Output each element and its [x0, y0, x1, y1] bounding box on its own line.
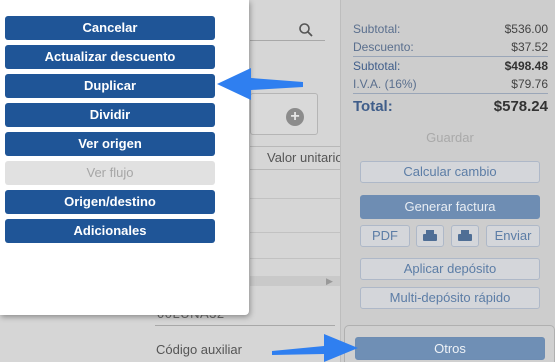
iva-row: I.V.A. (16%) $79.76	[353, 75, 548, 93]
menu-item-actualizar-descuento[interactable]: Actualizar descuento	[5, 45, 215, 69]
codigo-auxiliar-label: Código auxiliar	[156, 342, 242, 357]
enviar-button[interactable]: Enviar	[486, 225, 540, 247]
iva-value: $79.76	[511, 77, 548, 91]
table-row	[250, 258, 340, 259]
subtotal-row: Subtotal: $536.00	[353, 20, 548, 38]
total-value: $578.24	[493, 98, 548, 115]
total-label: Total:	[353, 98, 393, 115]
menu-item-ver-flujo: Ver flujo	[5, 161, 215, 185]
menu-item-dividir[interactable]: Dividir	[5, 103, 215, 127]
print-button[interactable]	[416, 225, 444, 247]
subtotal-label: Subtotal:	[353, 22, 401, 36]
aplicar-deposito-button[interactable]: Aplicar depósito	[360, 258, 540, 280]
callout-arrow-duplicar	[217, 68, 303, 100]
column-header-valor-unitario: Valor unitario	[250, 146, 340, 170]
otros-dropdown-menu: Cancelar Actualizar descuento Duplicar D…	[0, 0, 249, 315]
printer-icon	[458, 230, 472, 242]
subtotal-net-label: Subtotal:	[353, 59, 401, 73]
print-copy-button[interactable]	[451, 225, 479, 247]
subtotal-net-value: $498.48	[504, 59, 548, 73]
pdf-button[interactable]: PDF	[360, 225, 410, 247]
iva-label: I.V.A. (16%)	[353, 77, 417, 91]
multi-deposito-button[interactable]: Multi-depósito rápido	[360, 287, 540, 309]
menu-item-duplicar[interactable]: Duplicar	[5, 74, 215, 98]
table-row	[250, 232, 340, 233]
subtotal-value: $536.00	[504, 22, 548, 36]
guardar-button[interactable]: Guardar	[360, 130, 540, 145]
callout-arrow-otros	[272, 334, 358, 362]
search-field-underline	[250, 40, 325, 41]
scroll-right-icon[interactable]: ▶	[326, 276, 333, 287]
search-icon[interactable]	[298, 22, 314, 38]
menu-item-ver-origen[interactable]: Ver origen	[5, 132, 215, 156]
generar-factura-button[interactable]: Generar factura	[360, 195, 540, 219]
menu-item-adicionales[interactable]: Adicionales	[5, 219, 215, 243]
menu-item-origen-destino[interactable]: Origen/destino	[5, 190, 215, 214]
total-row: Total: $578.24	[353, 96, 548, 118]
otros-button[interactable]: Otros	[355, 337, 545, 360]
divider	[353, 93, 548, 94]
subtotal-net-row: Subtotal: $498.48	[353, 57, 548, 75]
field-underline	[155, 325, 335, 326]
descuento-value: $37.52	[511, 40, 548, 54]
descuento-row: Descuento: $37.52	[353, 38, 548, 56]
printer-icon	[423, 230, 437, 242]
add-item-icon[interactable]: +	[286, 108, 304, 126]
menu-item-cancelar[interactable]: Cancelar	[5, 16, 215, 40]
totals-summary: Subtotal: $536.00 Descuento: $37.52 Subt…	[353, 20, 548, 118]
descuento-label: Descuento:	[353, 40, 414, 54]
calcular-cambio-button[interactable]: Calcular cambio	[360, 161, 540, 183]
table-row	[250, 198, 340, 199]
